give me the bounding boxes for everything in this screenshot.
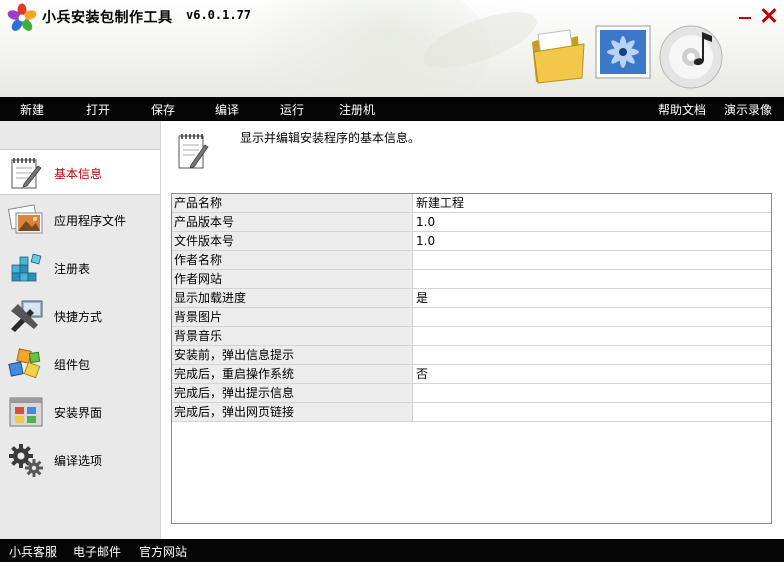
picture-icon bbox=[8, 204, 43, 234]
link-customer-service[interactable]: 小兵客服 bbox=[9, 543, 57, 560]
title-bar: 小兵安装包制作工具 v6.0.1.77 bbox=[0, 0, 784, 97]
table-row[interactable]: 背景图片 bbox=[172, 308, 771, 327]
table-row[interactable]: 作者网站 bbox=[172, 270, 771, 289]
gears-icon bbox=[9, 444, 43, 477]
property-value[interactable]: 否 bbox=[414, 365, 770, 383]
sidebar-item-label: 安装界面 bbox=[54, 406, 103, 420]
sidebar-item-compile-options[interactable]: 编译选项 bbox=[0, 437, 160, 483]
table-row[interactable]: 作者名称 bbox=[172, 251, 771, 270]
property-value[interactable]: 1.0 bbox=[414, 213, 770, 231]
main-panel: 显示并编辑安装程序的基本信息。 产品名称 新建工程 产品版本号 1.0 文件版本… bbox=[161, 121, 784, 539]
link-official-site[interactable]: 官方网站 bbox=[139, 543, 187, 560]
menu-open[interactable]: 打开 bbox=[86, 101, 110, 118]
sidebar-item-components[interactable]: 组件包 bbox=[0, 341, 160, 387]
property-value[interactable] bbox=[414, 308, 770, 326]
folder-icon bbox=[532, 29, 585, 84]
table-row[interactable]: 安装前，弹出信息提示 bbox=[172, 346, 771, 365]
menu-bar: 新建 打开 保存 编译 运行 注册机 帮助文档 演示录像 bbox=[0, 97, 784, 121]
sidebar-item-label: 基本信息 bbox=[54, 167, 103, 181]
link-email[interactable]: 电子邮件 bbox=[73, 543, 121, 560]
minimize-icon[interactable] bbox=[736, 6, 754, 24]
property-name: 显示加载进度 bbox=[172, 289, 413, 307]
sidebar-item-label: 组件包 bbox=[54, 358, 91, 372]
property-name: 完成后，重启操作系统 bbox=[172, 365, 413, 383]
table-row[interactable]: 显示加载进度 是 bbox=[172, 289, 771, 308]
table-row[interactable]: 文件版本号 1.0 bbox=[172, 232, 771, 251]
property-value[interactable] bbox=[414, 270, 770, 288]
property-value[interactable] bbox=[414, 346, 770, 364]
menu-save[interactable]: 保存 bbox=[151, 101, 175, 118]
components-icon bbox=[8, 348, 41, 379]
property-name: 产品名称 bbox=[172, 194, 413, 212]
sidebar-item-label: 编译选项 bbox=[54, 454, 103, 468]
menu-demo-video[interactable]: 演示录像 bbox=[724, 101, 772, 118]
property-name: 完成后，弹出提示信息 bbox=[172, 384, 413, 402]
registry-cubes-icon bbox=[11, 253, 42, 282]
table-row[interactable]: 产品名称 新建工程 bbox=[172, 194, 771, 213]
table-row[interactable]: 背景音乐 bbox=[172, 327, 771, 346]
close-icon[interactable] bbox=[759, 6, 777, 24]
sidebar-item-basic-info[interactable]: 基本信息 bbox=[0, 149, 160, 195]
page-description: 显示并编辑安装程序的基本信息。 bbox=[240, 131, 421, 145]
sidebar: 基本信息 应用程序文件 注册表 快捷方式 组件包 安装界面 编译选项 bbox=[0, 121, 161, 539]
menu-run[interactable]: 运行 bbox=[280, 101, 304, 118]
property-name: 背景音乐 bbox=[172, 327, 413, 345]
property-value[interactable] bbox=[414, 384, 770, 402]
property-grid: 产品名称 新建工程 产品版本号 1.0 文件版本号 1.0 作者名称 作者网站 … bbox=[171, 193, 772, 524]
notepad-icon bbox=[178, 134, 209, 169]
app-title: 小兵安装包制作工具 bbox=[42, 10, 173, 26]
sidebar-item-shortcut[interactable]: 快捷方式 bbox=[0, 293, 160, 339]
sidebar-item-registry[interactable]: 注册表 bbox=[0, 245, 160, 291]
menu-new[interactable]: 新建 bbox=[20, 101, 44, 118]
app-version: v6.0.1.77 bbox=[186, 8, 252, 22]
property-value[interactable]: 是 bbox=[414, 289, 770, 307]
app-logo-icon bbox=[7, 3, 37, 31]
menu-help-docs[interactable]: 帮助文档 bbox=[658, 101, 706, 118]
table-row[interactable]: 完成后，弹出提示信息 bbox=[172, 384, 771, 403]
window-ui-icon bbox=[9, 397, 43, 427]
property-value[interactable]: 1.0 bbox=[414, 232, 770, 250]
property-value[interactable] bbox=[414, 251, 770, 269]
property-name: 作者网站 bbox=[172, 270, 413, 288]
menu-keygen[interactable]: 注册机 bbox=[339, 101, 375, 118]
sidebar-item-app-files[interactable]: 应用程序文件 bbox=[0, 197, 160, 243]
table-row[interactable]: 完成后，重启操作系统 否 bbox=[172, 365, 771, 384]
property-name: 产品版本号 bbox=[172, 213, 413, 231]
property-value[interactable]: 新建工程 bbox=[414, 194, 770, 212]
property-value[interactable] bbox=[414, 403, 770, 421]
property-name: 背景图片 bbox=[172, 308, 413, 326]
property-name: 安装前，弹出信息提示 bbox=[172, 346, 413, 364]
shortcut-icon bbox=[11, 300, 43, 332]
table-row[interactable]: 完成后，弹出网页链接 bbox=[172, 403, 771, 422]
sidebar-item-label: 注册表 bbox=[54, 262, 91, 276]
table-row[interactable]: 产品版本号 1.0 bbox=[172, 213, 771, 232]
status-bar: 小兵客服 电子邮件 官方网站 bbox=[0, 539, 784, 562]
sidebar-item-install-ui[interactable]: 安装界面 bbox=[0, 389, 160, 435]
property-name: 文件版本号 bbox=[172, 232, 413, 250]
property-name: 完成后，弹出网页链接 bbox=[172, 403, 413, 421]
photo-icon bbox=[595, 25, 651, 79]
property-name: 作者名称 bbox=[172, 251, 413, 269]
sidebar-item-label: 快捷方式 bbox=[54, 310, 103, 324]
notepad-icon bbox=[11, 158, 42, 189]
sidebar-item-label: 应用程序文件 bbox=[54, 214, 127, 228]
menu-compile[interactable]: 编译 bbox=[215, 101, 239, 118]
property-value[interactable] bbox=[414, 327, 770, 345]
music-disc-icon bbox=[659, 25, 723, 89]
